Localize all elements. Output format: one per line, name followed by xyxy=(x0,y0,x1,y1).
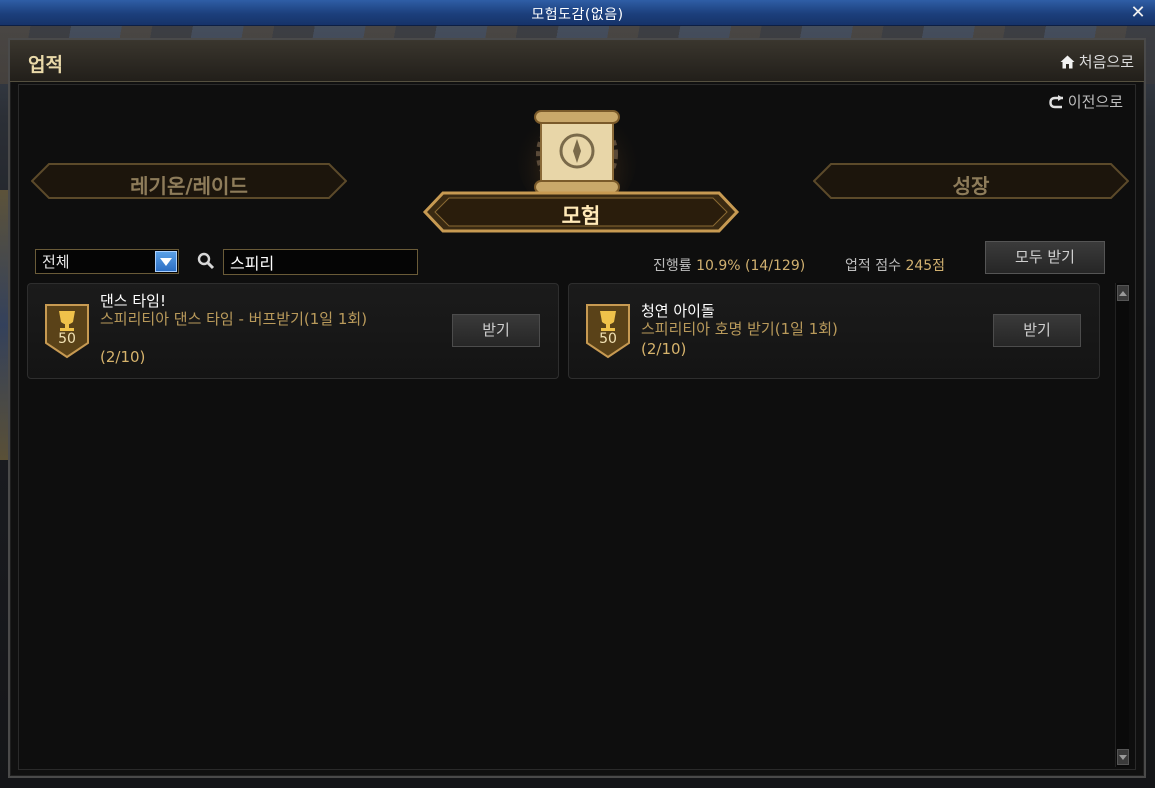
achievement-panel: 업적 처음으로 이전으로 레기온/레이드 성장 모험 전체 스피리 진행률 10… xyxy=(8,38,1146,778)
background-side-art xyxy=(0,190,8,460)
achievement-name: 댄스 타임! xyxy=(100,292,166,310)
points-badge: 50 xyxy=(44,303,90,359)
points-value: 50 xyxy=(599,331,617,347)
achievement-progress: (2/10) xyxy=(641,340,687,358)
home-button[interactable]: 처음으로 xyxy=(1060,51,1134,72)
home-icon xyxy=(1060,55,1075,68)
scroll-down-icon[interactable] xyxy=(1117,749,1129,765)
tab-growth[interactable]: 성장 xyxy=(813,163,1129,199)
achievement-progress: (2/10) xyxy=(100,348,146,366)
progress-value: 10.9% (14/129) xyxy=(696,258,806,274)
back-button[interactable]: 이전으로 xyxy=(1049,91,1123,112)
back-arrow-icon xyxy=(1049,94,1063,108)
claim-button[interactable]: 받기 xyxy=(993,314,1081,347)
search-input[interactable] xyxy=(223,249,418,275)
dropdown-arrow-icon[interactable] xyxy=(155,251,177,272)
achievement-desc: 스피리티아 호명 받기(1일 1회) xyxy=(641,320,838,338)
score-value: 245점 xyxy=(905,258,946,274)
achievement-score: 업적 점수 245점 xyxy=(845,255,945,275)
back-label: 이전으로 xyxy=(1067,93,1123,111)
scrollbar[interactable] xyxy=(1115,283,1129,767)
trophy-icon xyxy=(600,311,616,331)
points-value: 50 xyxy=(58,331,76,347)
tab-adventure-label: 모험 xyxy=(561,204,601,228)
scroll-up-icon[interactable] xyxy=(1117,285,1129,301)
window-title: 모험도감(없음) xyxy=(531,7,624,23)
category-select-value: 전체 xyxy=(42,253,70,271)
score-label: 업적 점수 xyxy=(845,258,901,274)
achievement-desc: 스피리티아 댄스 타임 - 버프받기(1일 1회) xyxy=(100,310,368,328)
trophy-icon xyxy=(59,311,75,331)
close-icon[interactable]: ✕ xyxy=(1127,2,1149,24)
points-badge: 50 xyxy=(585,303,631,359)
tab-legion-raid-label: 레기온/레이드 xyxy=(130,174,248,198)
tab-adventure[interactable]: 모험 xyxy=(421,189,741,235)
achievement-list: 50 댄스 타임! 스피리티아 댄스 타임 - 버프받기(1일 1회) (2/1… xyxy=(27,283,1107,767)
content-area: 이전으로 레기온/레이드 성장 모험 전체 스피리 진행률 10.9% (14/… xyxy=(18,84,1136,770)
achievement-card: 50 청연 아이돌 스피리티아 호명 받기(1일 1회) (2/10) 받기 xyxy=(568,283,1100,379)
panel-header: 업적 처음으로 xyxy=(10,40,1144,82)
search-icon xyxy=(197,252,215,270)
progress-rate: 진행률 10.9% (14/129) xyxy=(653,255,805,275)
claim-all-button[interactable]: 모두 받기 xyxy=(985,241,1105,274)
achievement-name: 청연 아이돌 xyxy=(641,302,715,320)
claim-button[interactable]: 받기 xyxy=(452,314,540,347)
tab-legion-raid[interactable]: 레기온/레이드 xyxy=(31,163,347,199)
tab-growth-label: 성장 xyxy=(952,174,990,198)
progress-label: 진행률 xyxy=(653,258,692,274)
home-label: 처음으로 xyxy=(1078,53,1134,71)
window-title-bar: 모험도감(없음) ✕ xyxy=(0,0,1155,26)
achievement-card: 50 댄스 타임! 스피리티아 댄스 타임 - 버프받기(1일 1회) (2/1… xyxy=(27,283,559,379)
category-select[interactable]: 전체 xyxy=(35,249,179,274)
scroll-emblem-icon xyxy=(517,99,637,199)
page-title: 업적 xyxy=(28,54,63,76)
